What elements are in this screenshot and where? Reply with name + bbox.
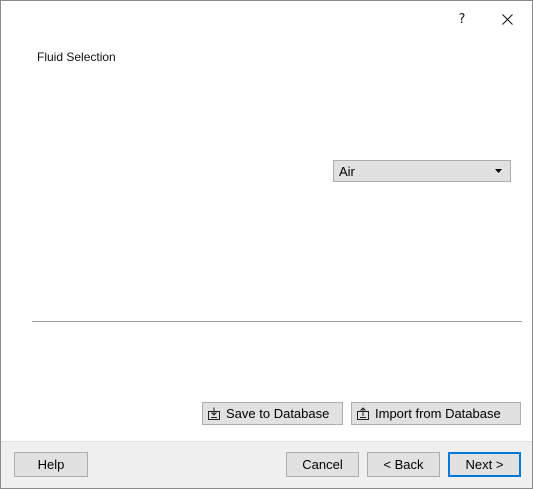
divider bbox=[32, 321, 522, 322]
context-help-button[interactable]: ? bbox=[447, 7, 477, 31]
import-from-database-icon bbox=[357, 406, 369, 420]
cancel-button[interactable]: Cancel bbox=[286, 452, 359, 477]
dropdown-arrow-icon bbox=[490, 169, 506, 173]
next-button[interactable]: Next > bbox=[448, 452, 521, 477]
close-button[interactable] bbox=[492, 7, 522, 31]
dialog-footer: Help Cancel < Back Next > bbox=[1, 441, 532, 488]
save-to-database-icon bbox=[208, 407, 220, 420]
import-from-database-label: Import from Database bbox=[375, 406, 501, 421]
question-mark-icon: ? bbox=[458, 11, 466, 27]
save-to-database-button[interactable]: Save to Database bbox=[202, 402, 343, 425]
wizard-dialog: ? Fluid Selection Air Save to Database I… bbox=[0, 0, 533, 489]
close-icon bbox=[501, 13, 513, 25]
import-from-database-button[interactable]: Import from Database bbox=[351, 402, 521, 425]
back-button[interactable]: < Back bbox=[367, 452, 440, 477]
help-button[interactable]: Help bbox=[14, 452, 88, 477]
fluid-select-value: Air bbox=[339, 163, 355, 179]
save-to-database-label: Save to Database bbox=[226, 406, 330, 421]
page-title: Fluid Selection bbox=[37, 50, 116, 64]
fluid-select[interactable]: Air bbox=[333, 160, 511, 182]
